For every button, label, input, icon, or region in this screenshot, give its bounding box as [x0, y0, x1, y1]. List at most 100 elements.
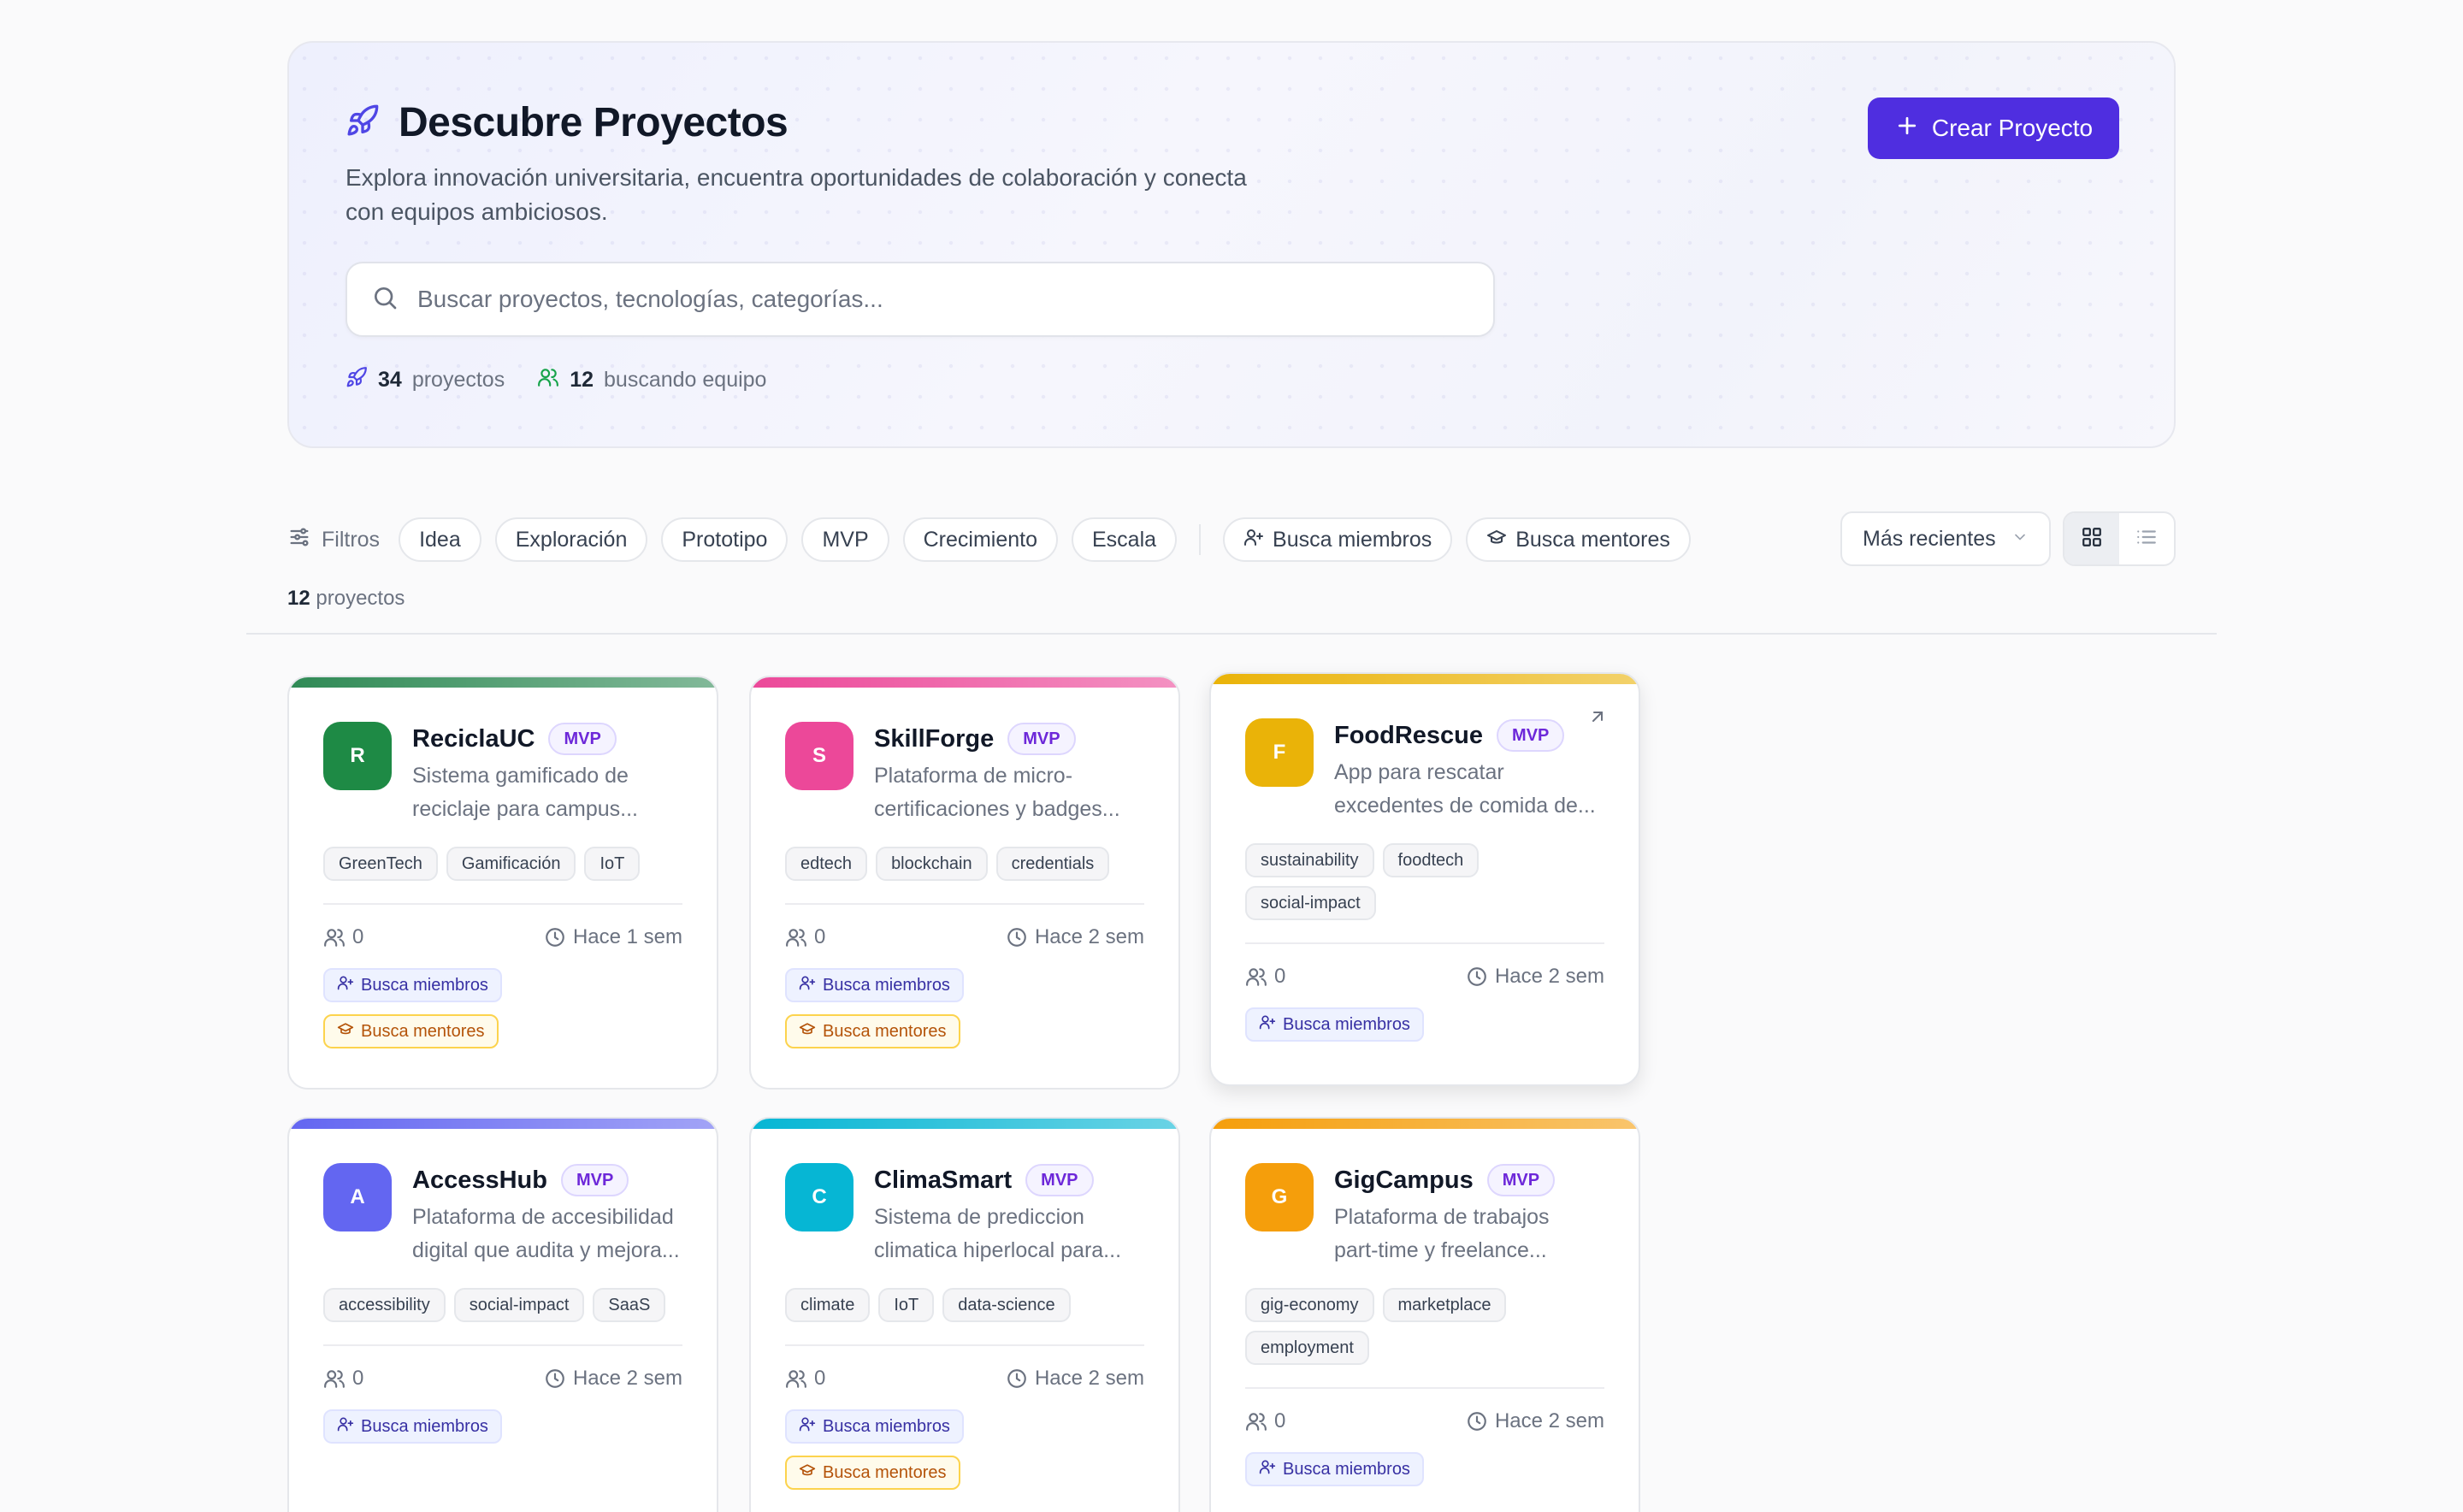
- tag[interactable]: blockchain: [876, 847, 988, 881]
- tag[interactable]: foodtech: [1382, 843, 1480, 877]
- seek-members-text: Busca miembros: [361, 975, 488, 995]
- card-title-row: SkillForge MVP: [874, 722, 1120, 756]
- search-icon: [371, 284, 399, 316]
- tag[interactable]: sustainability: [1245, 843, 1374, 877]
- project-name[interactable]: ReciclaUC: [412, 725, 535, 753]
- filter-divider: [1199, 524, 1202, 555]
- project-card[interactable]: S SkillForge MVP Plataforma de micro-certif…: [749, 676, 1180, 1090]
- member-count: 0: [785, 925, 825, 949]
- tag[interactable]: social-impact: [453, 1288, 585, 1322]
- member-count-value: 0: [1274, 1409, 1286, 1432]
- description-line: certificaciones y badges...: [874, 797, 1120, 821]
- card-accent-bar: [751, 1119, 1178, 1129]
- filters-label[interactable]: Filtros: [287, 525, 380, 555]
- project-card[interactable]: G GigCampus MVP Plataforma de trabajos part-…: [1209, 1117, 1640, 1512]
- filter-chip-idea[interactable]: Idea: [399, 517, 481, 562]
- sliders-icon: [287, 525, 311, 555]
- tag[interactable]: Gamificación: [446, 847, 576, 881]
- time-ago: Hace 2 sem: [1006, 1367, 1144, 1391]
- tag[interactable]: edtech: [785, 847, 868, 881]
- search-bar[interactable]: [346, 262, 1495, 337]
- external-link-icon[interactable]: [1587, 706, 1608, 731]
- page-title: Descubre Proyectos: [399, 100, 789, 145]
- project-card[interactable]: C ClimaSmart MVP Sistema de prediccion clima…: [749, 1117, 1180, 1512]
- description-line: part-time y freelance...: [1334, 1238, 1547, 1262]
- card-title-block: AccessHub MVP Plataforma de accesibilidad d…: [412, 1163, 680, 1267]
- card-meta: 0 Hace 1 sem: [289, 905, 717, 949]
- sort-value: Más recientes: [1863, 526, 1996, 551]
- tag[interactable]: social-impact: [1245, 886, 1376, 920]
- card-title-block: FoodRescue MVP App para rescatar excedentes…: [1334, 718, 1596, 823]
- project-card[interactable]: R ReciclaUC MVP Sistema gamificado de recicl…: [287, 676, 718, 1090]
- tag[interactable]: gig-economy: [1245, 1288, 1374, 1322]
- tag[interactable]: climate: [785, 1288, 871, 1322]
- hero-stats: 34 proyectos 12 buscando equipo: [346, 366, 799, 394]
- member-count-value: 0: [352, 925, 364, 948]
- tag[interactable]: data-science: [942, 1288, 1071, 1322]
- description-line: Sistema de prediccion: [874, 1205, 1084, 1229]
- tag[interactable]: GreenTech: [323, 847, 438, 881]
- tag[interactable]: SaaS: [593, 1288, 666, 1322]
- seek-mentors-text: Busca mentores: [823, 1462, 947, 1482]
- tag[interactable]: marketplace: [1382, 1288, 1507, 1322]
- card-title-row: ReciclaUC MVP: [412, 722, 638, 756]
- hero-panel: Descubre Proyectos Explora innovación un…: [287, 41, 2176, 448]
- users-icon: [323, 926, 346, 948]
- card-title-row: ClimaSmart MVP: [874, 1163, 1121, 1197]
- filter-chip-escala[interactable]: Escala: [1072, 517, 1178, 562]
- card-title-row: FoodRescue MVP: [1334, 718, 1596, 753]
- search-input[interactable]: [417, 286, 1493, 313]
- stage-badge: MVP: [1025, 1164, 1094, 1196]
- clock-icon: [544, 926, 566, 948]
- filters-text: Filtros: [322, 527, 381, 552]
- stage-badge: MVP: [1497, 719, 1565, 752]
- project-name[interactable]: SkillForge: [874, 725, 994, 753]
- filter-chip-seek-members[interactable]: Busca miembros: [1223, 517, 1453, 562]
- filter-chip-mvp[interactable]: MVP: [801, 517, 889, 562]
- description-line: digital que audita y mejora...: [412, 1238, 680, 1262]
- description-line: reciclaje para campus...: [412, 797, 639, 821]
- filter-chip-seek-mentors[interactable]: Busca mentores: [1466, 517, 1691, 562]
- list-view-button[interactable]: [2119, 513, 2174, 564]
- seek-members-text: Busca miembros: [823, 1416, 950, 1436]
- project-card[interactable]: F FoodRescue MVP App para rescatar excedente…: [1209, 672, 1640, 1086]
- tag-list: climate IoT data-science: [751, 1267, 1178, 1322]
- sort-select[interactable]: Más recientes: [1840, 511, 2051, 566]
- stat-projects-value: 34: [378, 368, 402, 392]
- stage-badge: MVP: [1486, 1164, 1556, 1196]
- stat-projects: 34 proyectos: [346, 366, 505, 394]
- list-icon: [2135, 526, 2158, 552]
- card-accent-bar: [1211, 674, 1639, 684]
- tag-list: GreenTech Gamificación IoT: [289, 826, 717, 881]
- card-title-row: AccessHub MVP: [412, 1163, 680, 1197]
- clock-icon: [1006, 1367, 1028, 1390]
- users-icon: [323, 1367, 346, 1390]
- member-count-value: 0: [814, 1367, 826, 1390]
- project-name[interactable]: GigCampus: [1334, 1166, 1474, 1195]
- users-icon: [1245, 966, 1267, 988]
- project-card[interactable]: A AccessHub MVP Plataforma de accesibilidad…: [287, 1117, 718, 1512]
- card-flags: Busca miembros Busca mentores: [289, 949, 717, 1048]
- member-count: 0: [1245, 1409, 1285, 1433]
- user-plus-icon: [799, 974, 816, 996]
- tag[interactable]: credentials: [995, 847, 1110, 881]
- filter-chip-crecimiento[interactable]: Crecimiento: [902, 517, 1058, 562]
- seek-mentors-badge: Busca mentores: [785, 1014, 960, 1048]
- project-name[interactable]: ClimaSmart: [874, 1166, 1012, 1195]
- card-accent-bar: [289, 1119, 717, 1129]
- tag[interactable]: accessibility: [323, 1288, 446, 1322]
- project-name[interactable]: FoodRescue: [1334, 722, 1483, 750]
- project-name[interactable]: AccessHub: [412, 1166, 547, 1195]
- tag[interactable]: IoT: [584, 847, 641, 881]
- filter-chip-prototipo[interactable]: Prototipo: [661, 517, 789, 562]
- member-count-value: 0: [1274, 965, 1286, 988]
- user-plus-icon: [1259, 1013, 1276, 1036]
- tag[interactable]: IoT: [878, 1288, 935, 1322]
- card-header: C ClimaSmart MVP Sistema de prediccion clima…: [751, 1129, 1178, 1267]
- filter-chip-exploracion[interactable]: Exploración: [494, 517, 648, 562]
- tag[interactable]: employment: [1245, 1331, 1369, 1365]
- seek-members-text: Busca miembros: [1283, 1459, 1410, 1479]
- grid-view-button[interactable]: [2064, 513, 2119, 564]
- create-project-button[interactable]: Crear Proyecto: [1868, 97, 2119, 159]
- grid-icon: [2081, 526, 2103, 552]
